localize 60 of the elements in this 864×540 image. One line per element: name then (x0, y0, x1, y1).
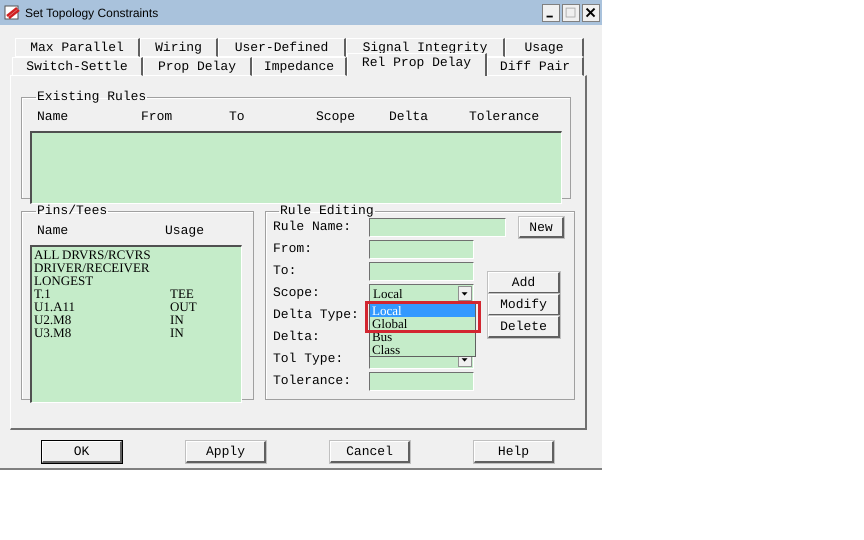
list-cell: TEE (170, 287, 194, 300)
column-header: Scope (316, 108, 356, 123)
list-cell-text: U1.A11 (34, 300, 76, 313)
action-button[interactable]: Delete (488, 316, 560, 338)
action-button[interactable]: Add (488, 272, 560, 294)
dialog-button[interactable]: Cancel (330, 441, 410, 463)
action-button[interactable]: Modify (488, 294, 560, 316)
list-cell: IN (170, 326, 184, 339)
column-header: Name (37, 108, 70, 123)
list-cell-text: T.1 (34, 287, 52, 300)
list-cell-text: ALL DRVRS/RCVRS (34, 248, 152, 261)
tab[interactable]: Impedance (252, 57, 347, 76)
input-field[interactable] (369, 372, 474, 390)
field-label: Delta: (273, 328, 321, 346)
group-title: Rule Editing (279, 204, 375, 218)
field-label: Delta Type: (273, 306, 360, 324)
tab[interactable]: Rel Prop Delay (347, 53, 487, 76)
dropdown-option[interactable]: Global (370, 317, 475, 330)
tab[interactable]: Usage (505, 38, 584, 57)
tab[interactable]: Wiring (140, 38, 218, 57)
window-title: Set Topology Constraints (25, 4, 158, 22)
field-label: Rule Name: (273, 218, 352, 236)
column-header: To (229, 108, 246, 123)
close-button[interactable] (582, 4, 600, 22)
minimize-button[interactable] (542, 4, 560, 22)
tab[interactable]: Prop Delay (143, 57, 252, 76)
pins-list[interactable]: ALL DRVRS/RCVRS DRIVER/RECEIVER LONGEST T.1 TEE U1.A11 OUT U2.M8 IN U3.M8 IN (30, 245, 242, 403)
tab[interactable]: Diff Pair (487, 57, 584, 76)
list-cell: OUT (170, 300, 197, 313)
dialog-button[interactable]: Apply (186, 441, 266, 463)
field-label: To: (273, 262, 298, 280)
list-cell-text: U3.M8 (34, 326, 72, 339)
tab[interactable]: Switch-Settle (12, 57, 143, 76)
tab[interactable]: User-Defined (218, 38, 346, 57)
column-header: Name (37, 222, 70, 237)
group-title: Pins/Tees (36, 204, 108, 218)
field-label: Tol Type: (273, 350, 344, 368)
list-cell-text: U2.M8 (34, 313, 72, 326)
input-field[interactable] (369, 240, 474, 258)
field-label: Tolerance: (273, 372, 352, 390)
new-button[interactable]: New (519, 216, 564, 238)
column-header: From (141, 108, 174, 123)
column-header: Tolerance (469, 108, 540, 123)
dropdown-option[interactable]: Class (370, 343, 475, 356)
dialog-button[interactable]: Help (474, 441, 554, 463)
rules-list[interactable] (30, 131, 562, 204)
input-field[interactable] (369, 218, 506, 236)
list-cell-text: LONGEST (34, 274, 94, 287)
tab[interactable]: Max Parallel (15, 38, 140, 57)
group-title: Existing Rules (36, 90, 148, 104)
input-field[interactable] (369, 262, 474, 280)
column-header: Delta (389, 108, 430, 123)
app-icon (4, 4, 22, 20)
column-header: Usage (165, 222, 206, 237)
list-cell-text: DRIVER/RECEIVER (34, 261, 151, 274)
field-label: From: (273, 240, 314, 258)
dropdown[interactable]: Local (369, 284, 474, 302)
dialog-button[interactable]: OK (42, 441, 122, 463)
list-cell: IN (170, 313, 184, 326)
field-label: Scope: (273, 284, 321, 302)
